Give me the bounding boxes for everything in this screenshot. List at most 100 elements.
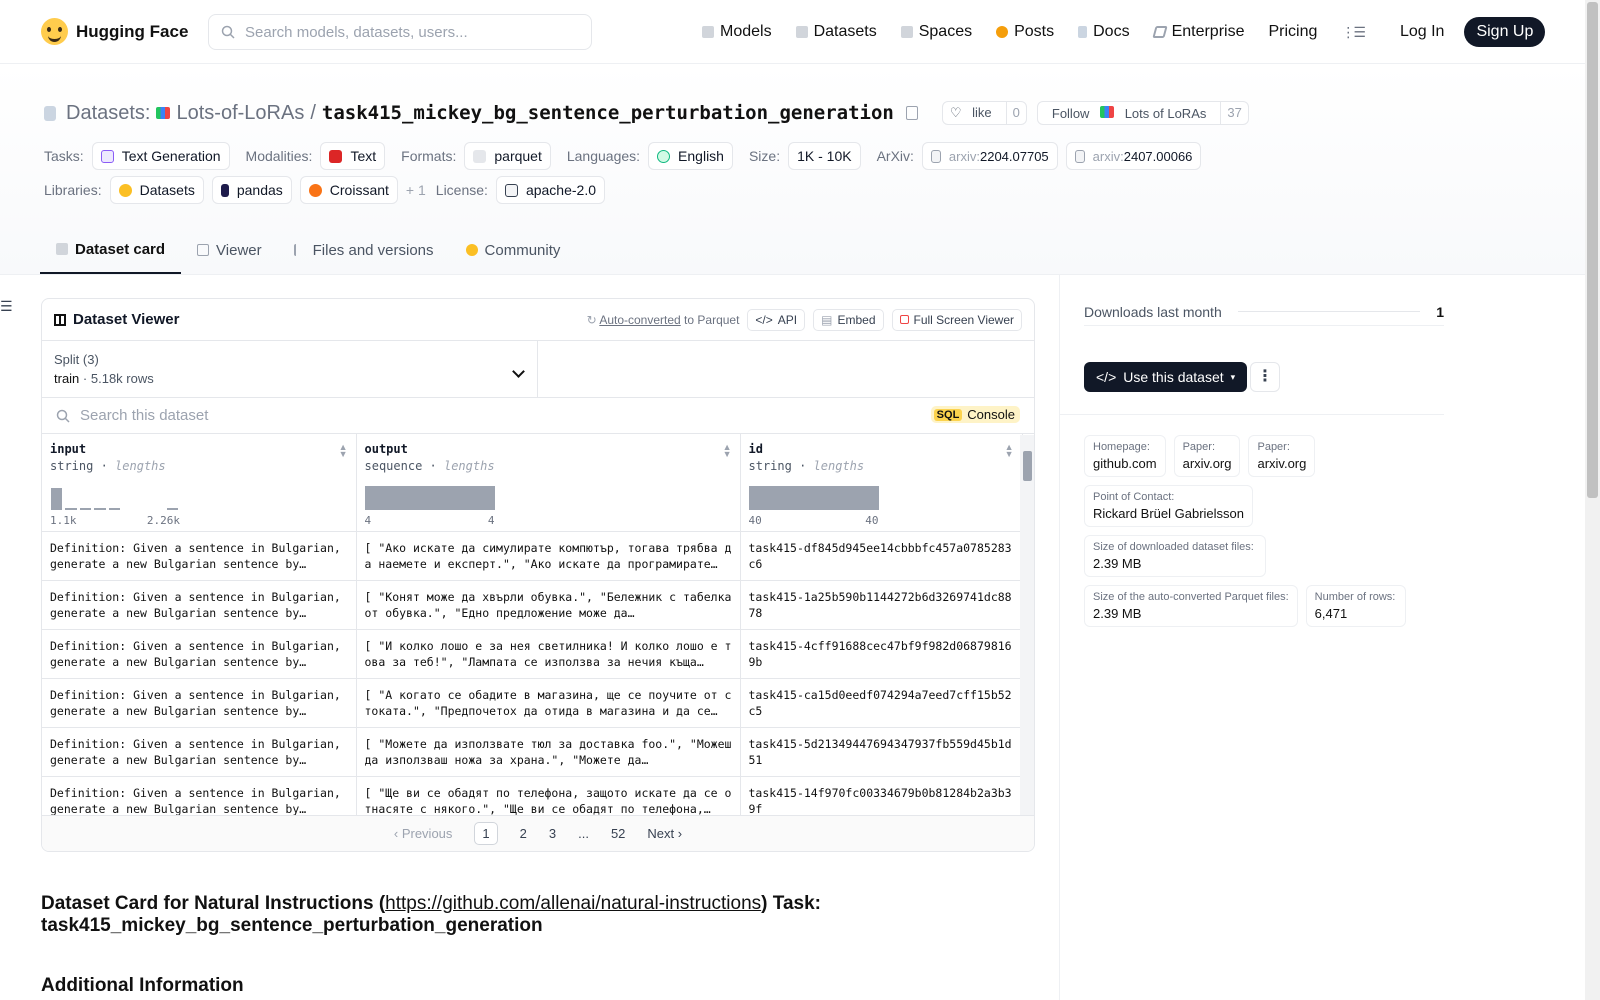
library-datasets-tag[interactable]: Datasets [109,176,204,204]
embed-button[interactable]: ▤ Embed [813,308,884,331]
toc-toggle-icon[interactable]: ☰ [0,298,13,315]
embed-icon: ▤ [821,312,833,327]
natural-instructions-link[interactable]: https://github.com/allenai/natural-instr… [385,893,761,914]
sort-icon[interactable]: ▲ ▼ [723,443,732,459]
enterprise-icon [1151,26,1168,38]
contact-card[interactable]: Point of Contact: Rickard Brüel Gabrielss… [1084,485,1254,527]
tab-community[interactable]: Community [450,226,577,274]
column-type: sequence [364,459,423,473]
full-screen-label: Full Screen Viewer [913,312,1015,327]
like-label: like [972,105,992,120]
like-button[interactable]: ♡ like 0 [941,101,1027,125]
scrollbar-thumb[interactable] [1023,451,1032,481]
more-options-button[interactable]: ⋮ [1250,362,1280,392]
follow-button[interactable]: Follow Lots of LoRAs 37 [1036,101,1249,125]
size-tag[interactable]: 1K - 10K [788,142,861,170]
sort-icon[interactable]: ▲ ▼ [339,443,348,459]
sql-badge: SQL [933,408,963,421]
library-pandas-tag[interactable]: pandas [211,176,292,204]
column-type: string [748,459,792,473]
cell-id: task415-df845d945ee14cbbbfc457a0785283c6 [748,540,1012,571]
sort-icon[interactable]: ▲ ▼ [1005,443,1014,459]
auto-converted-link[interactable]: Auto-converted [599,313,680,327]
previous-page-button[interactable]: ‹ Previous [394,826,453,841]
license-tag[interactable]: apache-2.0 [495,176,605,204]
tab-files[interactable]: Files and versions [278,226,450,274]
global-search-input[interactable]: Search models, datasets, users... [208,14,592,50]
nav-models[interactable]: Models [702,23,772,41]
cell-input: Definition: Given a sentence in Bulgaria… [50,589,341,620]
logo[interactable]: Hugging Face [41,18,188,45]
format-tag[interactable]: parquet [464,142,551,170]
split-label: Split (3) [54,352,99,367]
repo-name: task415_mickey_bg_sentence_perturbation_… [321,102,894,124]
page-scrollbar[interactable] [1585,0,1600,1000]
nav-posts[interactable]: Posts [996,23,1054,41]
viewer-title: Dataset Viewer [73,311,180,328]
column-header-output[interactable]: output sequence · lengths ▲ ▼ 44 [356,434,741,532]
page-3-button[interactable]: 3 [549,826,556,841]
page-1-button[interactable]: 1 [474,822,498,845]
login-link[interactable]: Log In [1400,23,1444,41]
table-row[interactable]: Definition: Given a sentence in Bulgaria… [42,580,1023,630]
tab-dataset-card[interactable]: Dataset card [40,226,182,274]
library-croissant-tag[interactable]: Croissant [299,176,398,204]
page-scrollbar-thumb[interactable] [1587,2,1598,498]
library-pandas: pandas [236,182,283,198]
info-value: 2.39 MB [1093,606,1142,621]
nav-docs[interactable]: Docs [1078,23,1130,41]
table-row[interactable]: Definition: Given a sentence in Bulgaria… [42,727,1023,777]
more-menu-icon[interactable]: ⋮☰ [1341,24,1366,41]
repo-title: Datasets: Lots-of-LoRAs / task415_mickey… [44,101,1249,125]
dataset-search-input[interactable]: Search this dataset SQL Console [42,398,1034,434]
arxiv-tag-1[interactable]: arxiv:2204.07705 [921,142,1058,170]
info-key: Paper: [1182,441,1216,453]
chevron-down-icon: ▾ [1230,371,1236,382]
sql-console-button[interactable]: SQL Console [930,406,1020,423]
table-row[interactable]: Definition: Given a sentence in Bulgaria… [42,678,1023,728]
copy-icon[interactable] [905,106,918,120]
org-link[interactable]: Lots-of-LoRAs [176,102,304,125]
more-libraries[interactable]: + 1 [406,182,426,198]
modality-tag[interactable]: Text [320,142,386,170]
split-select[interactable]: Split (3) train · 5.18k rows [42,341,538,397]
arxiv-tag-2[interactable]: arxiv:2407.00066 [1065,142,1202,170]
auto-converted-note: ↻ Auto-converted to Parquet [587,313,740,327]
follow-org: Lots of LoRAs [1124,105,1207,121]
paper-icon [1074,149,1085,163]
cell-output: [ "Ще ви се обадят по телефона, защото и… [364,785,732,816]
api-button[interactable]: </> API [747,308,806,331]
modality-value: Text [350,148,377,164]
table-row[interactable]: Definition: Given a sentence in Bulgaria… [42,629,1023,679]
paper-card[interactable]: Paper: arxiv.org [1248,435,1316,477]
language-value: English [678,148,724,164]
page-52-button[interactable]: 52 [611,826,625,841]
files-icon [293,244,306,256]
nav-pricing[interactable]: Pricing [1268,23,1317,41]
nav-spaces[interactable]: Spaces [900,23,972,41]
table-scrollbar[interactable] [1020,435,1034,817]
language-tag[interactable]: English [648,142,733,170]
page-2-button[interactable]: 2 [520,826,527,841]
table-row[interactable]: Definition: Given a sentence in Bulgaria… [42,531,1023,581]
homepage-card[interactable]: Homepage: github.com [1084,435,1166,477]
use-this-dataset-button[interactable]: </> Use this dataset ▾ [1084,362,1248,392]
signup-button[interactable]: Sign Up [1464,17,1546,47]
nav-datasets[interactable]: Datasets [795,23,877,41]
full-screen-button[interactable]: Full Screen Viewer [891,308,1022,331]
split-row: Split (3) train · 5.18k rows [42,341,1034,398]
tab-viewer[interactable]: Viewer [181,226,278,274]
paper-card[interactable]: Paper: arxiv.org [1173,435,1241,477]
histogram-bar [51,488,63,510]
task-tag[interactable]: Text Generation [91,142,230,170]
column-header-id[interactable]: id string · lengths ▲ ▼ 40 40 [740,434,1023,532]
search-placeholder: Search models, datasets, users... [245,23,468,41]
next-page-button[interactable]: Next › [647,826,682,841]
refresh-icon: ↻ [586,312,597,327]
nav-enterprise[interactable]: Enterprise [1151,23,1244,41]
column-header-input[interactable]: input string · lengths ▲ ▼ 1.1k 2.26k [42,434,357,532]
datasets-prefix[interactable]: Datasets: [66,102,150,125]
downloads-row: Downloads last month 1 [1084,298,1444,326]
column-stat: lengths [115,459,166,473]
nav-models-label: Models [720,23,772,40]
